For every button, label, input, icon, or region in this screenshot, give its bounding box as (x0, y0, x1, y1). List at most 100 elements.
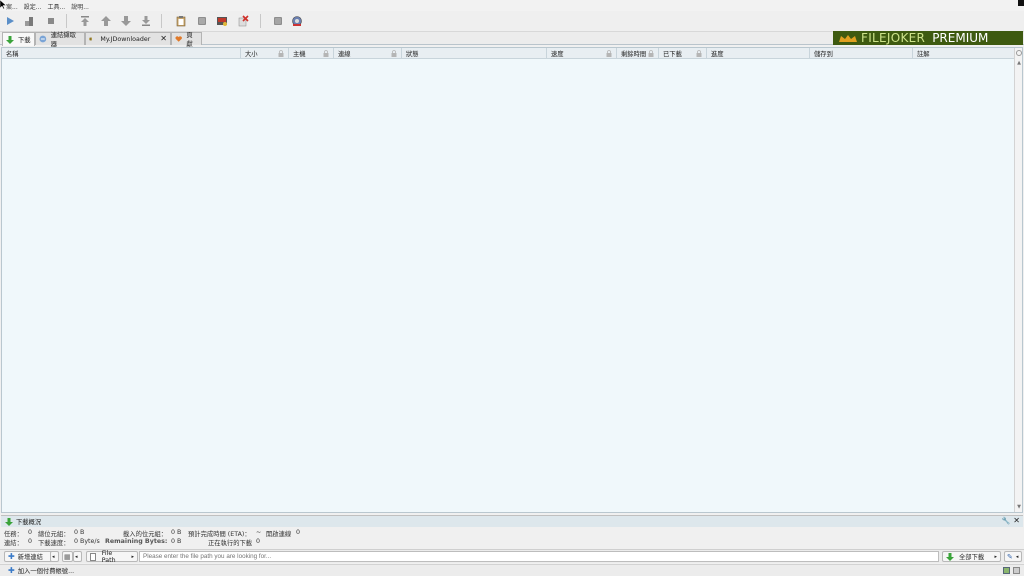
column-progress[interactable]: 進度 (707, 48, 810, 59)
tasks-label: 任務： (4, 531, 23, 538)
file-icon (90, 552, 96, 561)
tab-downloads[interactable]: 下載 (2, 32, 35, 46)
loaded-bytes-value: 0 B (171, 529, 182, 536)
pause-icon[interactable] (22, 14, 36, 28)
trash-dropdown[interactable]: ◂ (73, 551, 82, 562)
close-icon[interactable]: ✕ (1013, 517, 1020, 525)
scroll-up-icon[interactable]: ▲ (1016, 60, 1022, 66)
lock-icon (278, 50, 284, 57)
lock-icon (391, 50, 397, 57)
close-icon[interactable]: ✕ (160, 35, 167, 43)
plus-icon: ✚ (8, 551, 15, 561)
chevron-down-icon: ▸ (994, 553, 997, 560)
crown-logo-icon (839, 34, 857, 42)
eta-label: 預計完成時間 (ETA)： (188, 531, 251, 538)
scroll-down-icon[interactable]: ▼ (1016, 504, 1022, 510)
filter-selector[interactable]: File Path ▸ (86, 550, 138, 564)
menu-file[interactable]: 案... (6, 2, 18, 11)
pencil-icon: ✎ (1007, 552, 1013, 561)
tab-label: 頁獻 (186, 32, 193, 48)
column-size[interactable]: 大小 (241, 48, 289, 59)
add-premium-account-link[interactable]: 加入一個付費帳號... (18, 566, 74, 575)
toolbar-separator (161, 14, 162, 28)
menu-settings[interactable]: 設定... (24, 2, 42, 11)
move-down-icon[interactable] (119, 14, 133, 28)
column-speed[interactable]: 速度 (547, 48, 617, 59)
premium-banner[interactable]: FILEJOKER PREMIUM (833, 31, 1023, 45)
column-save-to[interactable]: 儲存到 (810, 48, 913, 59)
column-comment[interactable]: 註解 (913, 48, 1016, 59)
clipboard-monitor-icon[interactable] (1003, 567, 1010, 574)
column-downloaded[interactable]: 已下載 (659, 48, 707, 59)
banner-brand: FILEJOKER (861, 31, 926, 45)
move-bottom-icon[interactable] (139, 14, 153, 28)
clipboard-icon[interactable] (174, 14, 188, 28)
toolbar-separator (66, 14, 67, 28)
quick-settings-button[interactable]: ✎ ◂ (1004, 551, 1022, 562)
contribute-heart-icon (175, 36, 182, 42)
downloads-table[interactable]: 名稱 大小 主機 連線 狀態 速度 剩餘時間 已下載 進度 儲存到 註解 ▲ ▼ (1, 47, 1023, 513)
chevron-down-icon: ◂ (75, 553, 78, 560)
toolbar-separator (260, 14, 261, 28)
main-toolbar (0, 11, 1024, 32)
column-name[interactable]: 名稱 (2, 48, 241, 59)
column-connection[interactable]: 連線 (334, 48, 402, 59)
column-settings-icon[interactable] (1016, 50, 1022, 56)
myjd-icon (89, 37, 93, 41)
column-time-left[interactable]: 剩餘時間 (617, 48, 659, 59)
download-arrow-icon (5, 517, 13, 526)
status-bar: ✚ 加入一個付費帳號... (0, 564, 1024, 576)
tab-contribute[interactable]: 頁獻 (171, 32, 202, 48)
chevron-down-icon: ◂ (52, 553, 55, 560)
window-corner (1018, 0, 1024, 6)
lock-icon (323, 50, 329, 57)
remaining-bytes-label: Remaining Bytes: (105, 538, 168, 545)
download-overview-panel: 下載概況 🔧 ✕ 任務： 0 總位元組： 0 B 載入的位元組： 0 B 預計完… (1, 515, 1023, 548)
links-label: 連結： (4, 540, 23, 547)
wrench-icon[interactable]: 🔧 (1002, 517, 1011, 525)
speed-label: 下載速度： (38, 540, 70, 547)
reconnect-icon[interactable] (195, 14, 209, 28)
tab-label: My.JDownloader (100, 35, 151, 43)
tab-label: 下載 (18, 37, 31, 44)
total-bytes-label: 總位元組： (38, 531, 70, 538)
tab-linkgrabber[interactable]: 連結擷取器 (35, 32, 85, 48)
column-status[interactable]: 狀態 (402, 48, 547, 59)
loaded-bytes-label: 載入的位元組： (123, 531, 168, 538)
connection-status-icon[interactable] (1013, 567, 1020, 574)
running-downloads-label: 正在執行的下載 (208, 540, 253, 547)
search-input[interactable] (139, 551, 939, 562)
update-icon[interactable] (271, 14, 285, 28)
overview-header: 下載概況 🔧 ✕ (1, 516, 1023, 527)
linkgrabber-icon (39, 35, 47, 43)
play-icon[interactable] (3, 14, 17, 28)
tasks-value: 0 (28, 529, 33, 536)
add-links-dropdown[interactable]: ◂ (50, 551, 59, 562)
tab-myjdownloader[interactable]: My.JDownloader ✕ (85, 32, 171, 45)
start-all-downloads-button[interactable]: 全部下載 ▸ (942, 551, 1001, 562)
eta-value: ~ (256, 529, 262, 536)
menu-bar: 案... 設定... 工具... 說明... (0, 0, 1024, 11)
speed-value: 0 Byte/s (74, 538, 100, 545)
download-arrow-icon (946, 552, 954, 561)
lock-icon (648, 50, 654, 57)
chevron-down-icon: ◂ (1015, 553, 1019, 560)
move-up-icon[interactable] (99, 14, 113, 28)
running-downloads-value: 0 (256, 538, 261, 545)
menu-tools[interactable]: 工具... (47, 2, 65, 11)
menu-help[interactable]: 說明... (71, 2, 89, 11)
move-top-icon[interactable] (78, 14, 92, 28)
plus-icon: ✚ (8, 565, 15, 575)
table-header: 名稱 大小 主機 連線 狀態 速度 剩餘時間 已下載 進度 儲存到 註解 (2, 48, 1016, 59)
stop-icon[interactable] (44, 14, 58, 28)
chevron-down-icon: ▸ (131, 553, 134, 560)
lock-icon (606, 50, 612, 57)
premium-icon[interactable] (215, 14, 229, 28)
trash-icon: ▦ (64, 552, 71, 561)
column-host[interactable]: 主機 (289, 48, 334, 59)
trash-button[interactable]: ▦ (62, 551, 73, 562)
delete-icon[interactable] (236, 14, 250, 28)
table-scrollbar[interactable]: ▲ ▼ (1014, 48, 1022, 512)
open-connections-value: 0 (296, 529, 301, 536)
settings-globe-icon[interactable] (290, 14, 304, 28)
